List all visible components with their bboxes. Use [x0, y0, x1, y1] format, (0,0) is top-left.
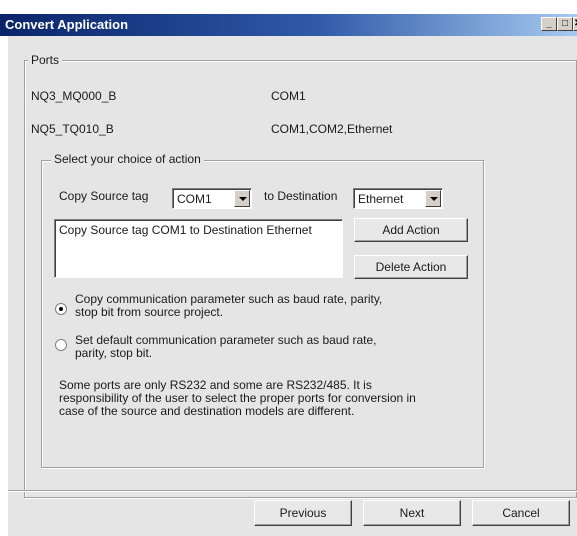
add-action-button[interactable]: Add Action — [354, 218, 468, 242]
default-param-label[interactable]: Set default communication parameter such… — [75, 334, 377, 360]
convert-application-window: Convert Application _ □ ✕ Ports NQ3_MQ00… — [0, 0, 577, 536]
source-tag-value: COM1 — [177, 192, 212, 206]
chevron-down-icon[interactable] — [234, 190, 250, 207]
conversion-note: Some ports are only RS232 and some are R… — [59, 379, 416, 418]
destination-combo[interactable]: Ethernet — [353, 188, 443, 209]
close-button[interactable]: ✕ — [573, 17, 577, 31]
chevron-down-icon[interactable] — [425, 190, 441, 207]
previous-button[interactable]: Previous — [254, 500, 352, 526]
maximize-button[interactable]: □ — [557, 17, 573, 31]
list-item[interactable]: Copy Source tag COM1 to Destination Ethe… — [59, 223, 312, 237]
port-row-1-ports: COM1 — [271, 89, 306, 103]
footer-divider — [8, 490, 577, 492]
port-row-1-name: NQ3_MQ000_B — [31, 89, 117, 103]
source-tag-combo[interactable]: COM1 — [172, 188, 252, 209]
delete-action-button[interactable]: Delete Action — [354, 255, 468, 279]
minimize-button[interactable]: _ — [541, 17, 557, 31]
copy-param-line2: stop bit from source project. — [75, 305, 224, 319]
cancel-button[interactable]: Cancel — [472, 500, 570, 526]
destination-label: to Destination — [264, 189, 338, 203]
window-title: Convert Application — [5, 17, 129, 32]
default-param-radio[interactable] — [55, 339, 67, 351]
default-param-line2: parity, stop bit. — [75, 346, 153, 360]
title-bar[interactable]: Convert Application _ □ ✕ — [0, 14, 577, 36]
copy-param-label[interactable]: Copy communication parameter such as bau… — [75, 293, 382, 319]
actions-listbox[interactable]: Copy Source tag COM1 to Destination Ethe… — [54, 219, 343, 278]
ports-legend: Ports — [28, 53, 63, 67]
action-legend: Select your choice of action — [51, 152, 204, 166]
source-tag-label: Copy Source tag — [59, 189, 149, 203]
destination-value: Ethernet — [358, 192, 404, 206]
copy-param-radio[interactable] — [55, 303, 67, 315]
next-button[interactable]: Next — [363, 500, 461, 526]
port-row-2-name: NQ5_TQ010_B — [31, 122, 114, 136]
port-row-2-ports: COM1,COM2,Ethernet — [271, 122, 393, 136]
note-line-3: case of the source and destination model… — [59, 404, 355, 418]
dialog-body: Ports NQ3_MQ000_B COM1 NQ5_TQ010_B COM1,… — [8, 36, 577, 536]
